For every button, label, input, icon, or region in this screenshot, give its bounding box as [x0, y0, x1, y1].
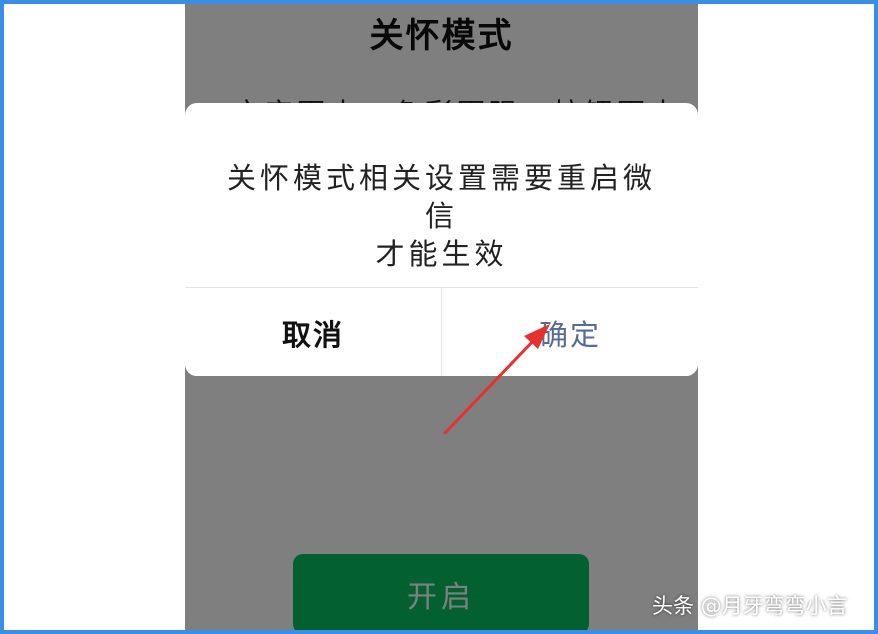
dialog-message-line1: 关怀模式相关设置需要重启微信 [226, 161, 656, 233]
watermark: 头条 @月牙弯弯小言 [652, 594, 848, 618]
dialog-message: 关怀模式相关设置需要重启微信 才能生效 [215, 159, 668, 273]
dialog-message-line2: 才能生效 [375, 237, 508, 271]
confirm-button[interactable]: 确定 [442, 288, 698, 376]
cancel-button[interactable]: 取消 [185, 288, 442, 376]
dialog-actions: 取消 确定 [185, 287, 698, 376]
restart-dialog: 关怀模式相关设置需要重启微信 才能生效 取消 确定 [185, 103, 698, 376]
phone-screen: 关怀模式 文字更大、色彩更强、按钮更大，还 开启 关怀模式相关设置需要重启微信 … [185, 0, 698, 634]
